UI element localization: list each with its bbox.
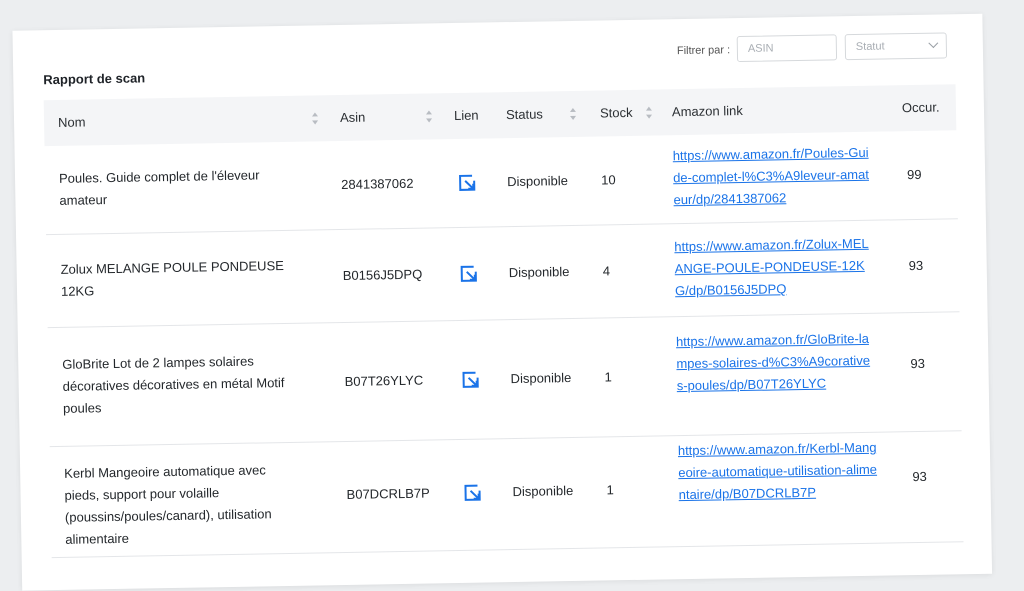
sort-icon[interactable] — [570, 108, 577, 120]
row-amazon-link[interactable]: https://www.amazon.fr/Poules-Guide-compl… — [673, 142, 874, 211]
col-header-occur[interactable]: Occur. — [902, 85, 940, 132]
row-occur: 99 — [906, 166, 922, 183]
row-name: Zolux MELANGE POULE PONDEUSE 12KG — [60, 258, 284, 299]
sort-icon[interactable] — [426, 110, 433, 122]
row-name: Kerbl Mangeoire automatique avec pieds, … — [64, 462, 272, 547]
table-row: Kerbl Mangeoire automatique avec pieds, … — [49, 431, 964, 559]
row-amazon-link[interactable]: https://www.amazon.fr/Zolux-MELANGE-POUL… — [674, 233, 875, 302]
row-status: Disponible — [507, 173, 568, 190]
row-stock: 1 — [606, 482, 614, 498]
col-header-asin[interactable]: Asin — [340, 95, 366, 141]
external-link-icon[interactable] — [457, 173, 477, 193]
row-name: Poules. Guide complet de l'éleveur amate… — [58, 167, 260, 208]
chevron-down-icon — [928, 38, 939, 49]
row-occur: 93 — [908, 257, 924, 274]
scan-table: Nom Asin Lien Status Stock Amazon link O… — [43, 84, 964, 559]
row-asin: 2841387062 — [341, 175, 414, 193]
external-link-icon[interactable] — [459, 264, 479, 284]
col-header-stock[interactable]: Stock — [600, 90, 633, 137]
sort-icon[interactable] — [312, 112, 319, 124]
scan-report-card: Rapport de scan Filtrer par : Statut Nom… — [12, 13, 993, 591]
col-header-status[interactable]: Status — [506, 91, 544, 138]
row-stock: 1 — [604, 369, 612, 385]
status-filter-placeholder: Statut — [855, 40, 885, 54]
row-stock: 10 — [601, 172, 616, 188]
amazon-link[interactable]: https://www.amazon.fr/Zolux-MELANGE-POUL… — [674, 236, 869, 298]
row-amazon-link[interactable]: https://www.amazon.fr/GloBrite-lampes-so… — [676, 328, 877, 397]
sort-icon[interactable] — [646, 107, 653, 119]
col-header-nom[interactable]: Nom — [58, 99, 86, 145]
row-asin: B0156J5DPQ — [342, 266, 423, 283]
table-row: GloBrite Lot de 2 lampes solaires décora… — [47, 312, 962, 448]
row-asin: B07T26YLYC — [344, 372, 424, 389]
row-amazon-link[interactable]: https://www.amazon.fr/Kerbl-Mangeoire-au… — [678, 437, 879, 506]
row-stock: 4 — [602, 263, 611, 279]
amazon-link[interactable]: https://www.amazon.fr/GloBrite-lampes-so… — [676, 331, 870, 393]
col-header-lien: Lien — [453, 107, 479, 124]
row-status: Disponible — [510, 370, 572, 387]
row-status: Disponible — [512, 483, 574, 500]
amazon-link[interactable]: https://www.amazon.fr/Kerbl-Mangeoire-au… — [678, 440, 877, 502]
row-name: GloBrite Lot de 2 lampes solaires décora… — [62, 353, 285, 416]
row-asin: B07DCRLB7P — [346, 485, 430, 502]
asin-filter-input[interactable] — [736, 34, 838, 63]
row-occur: 93 — [912, 468, 927, 485]
filter-label: Filtrer par : — [676, 44, 731, 58]
report-title: Rapport de scan — [43, 70, 146, 88]
status-filter-select[interactable]: Statut — [844, 32, 948, 61]
row-status: Disponible — [508, 264, 570, 281]
table-row: Zolux MELANGE POULE PONDEUSE 12KG B0156J… — [46, 219, 960, 329]
col-header-amazon-link: Amazon link — [671, 102, 743, 120]
external-link-icon[interactable] — [462, 483, 482, 503]
table-row: Poules. Guide complet de l'éleveur amate… — [44, 130, 958, 236]
amazon-link[interactable]: https://www.amazon.fr/Poules-Guide-compl… — [673, 145, 869, 207]
row-occur: 93 — [910, 355, 926, 372]
external-link-icon[interactable] — [460, 370, 480, 390]
